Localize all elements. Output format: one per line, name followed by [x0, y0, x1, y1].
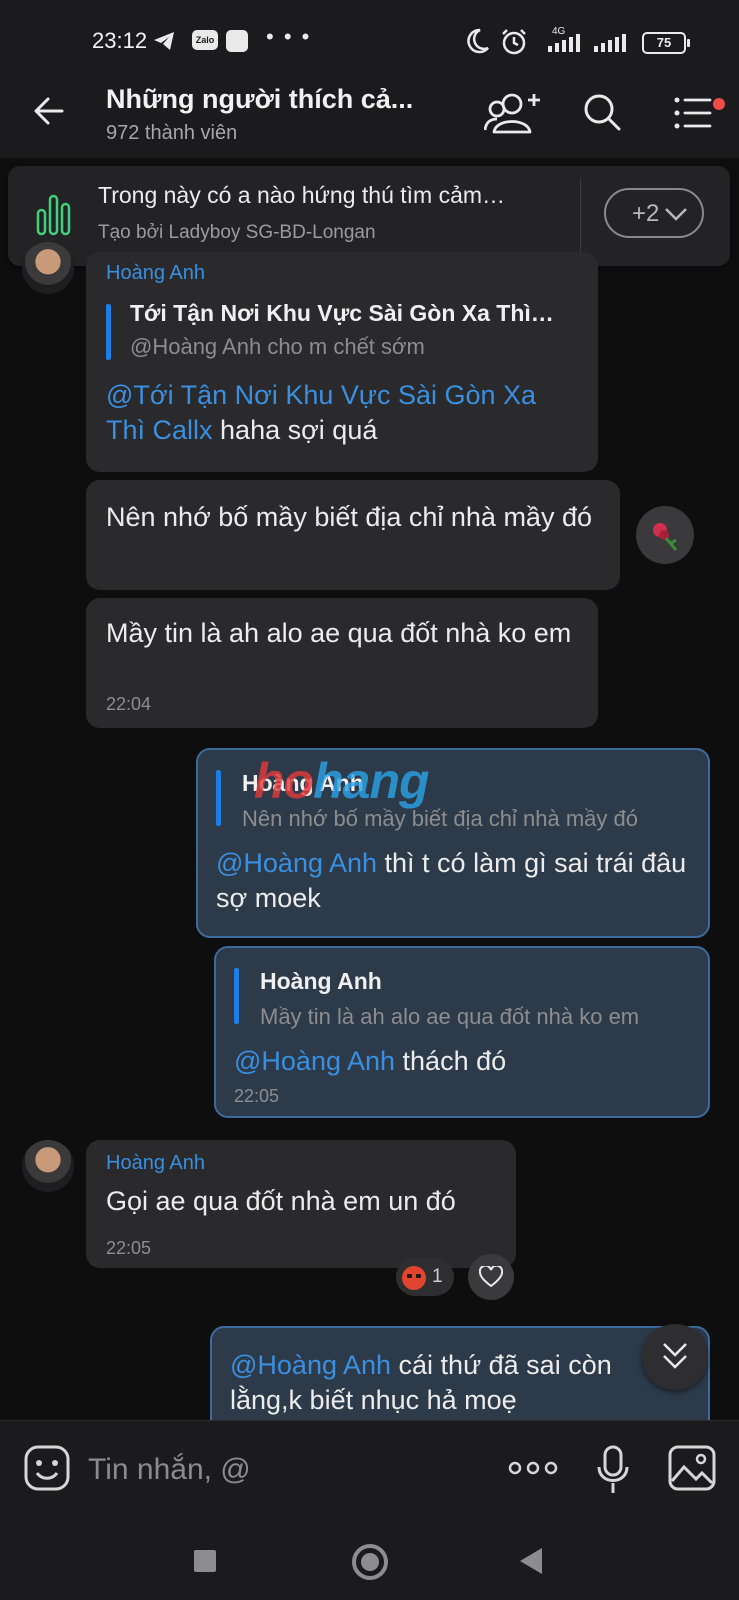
menu-icon[interactable] — [674, 96, 714, 130]
add-member-icon[interactable] — [484, 90, 546, 136]
sender-name[interactable]: Hoàng Anh — [106, 262, 205, 285]
status-time: 23:12 — [92, 28, 148, 53]
app-notification-icon — [226, 30, 248, 52]
message-time: 22:04 — [106, 694, 152, 714]
more-notifications-icon: • • • — [266, 24, 312, 49]
poll-more-count: +2 — [632, 200, 660, 227]
moon-icon — [467, 28, 489, 54]
search-icon[interactable] — [582, 92, 622, 132]
pinned-poll-banner[interactable]: Trong này có a nào hứng thú tìm cảm… Tạo… — [8, 166, 730, 266]
message-bubble[interactable]: Hoàng Anh Tới Tận Nơi Khu Vực Sài Gòn Xa… — [86, 252, 598, 472]
avatar[interactable] — [22, 242, 74, 294]
emoji-icon[interactable] — [24, 1445, 70, 1491]
angry-emoji-icon — [402, 1266, 426, 1290]
sender-name[interactable]: Hoàng Anh — [106, 1152, 205, 1175]
mention[interactable]: @Hoàng Anh — [216, 848, 377, 878]
rose-avatar[interactable] — [636, 506, 694, 564]
member-count[interactable]: 972 thành viên — [106, 122, 237, 145]
group-title[interactable]: Những người thích cả... — [106, 84, 413, 115]
notification-dot — [713, 98, 725, 110]
message-text: @Hoàng Anh cái thứ đã sai còn lằng,k biế… — [230, 1350, 612, 1415]
chevron-down-icon — [665, 208, 687, 221]
signal-icon — [548, 34, 580, 52]
home-button[interactable] — [352, 1544, 388, 1580]
poll-more-button[interactable]: +2 — [604, 188, 704, 238]
react-button[interactable] — [468, 1254, 514, 1300]
scroll-to-bottom-button[interactable] — [642, 1324, 708, 1390]
divider — [580, 178, 581, 254]
message-text: Mầy tin là ah alo ae qua đốt nhà ko em — [106, 618, 572, 648]
mention[interactable]: @Hoàng Anh — [230, 1350, 391, 1380]
heart-icon — [479, 1266, 503, 1288]
quote-text: Mầy tin là ah alo ae qua đốt nhà ko em — [260, 1004, 640, 1029]
chat-header: Những người thích cả... 972 thành viên — [0, 72, 739, 158]
quote-title: Hoàng Anh — [260, 968, 382, 994]
poll-question: Trong này có a nào hứng thú tìm cảm… — [98, 182, 506, 208]
zalo-icon: Zalo — [192, 30, 218, 50]
quote-text: @Hoàng Anh cho m chết sớm — [130, 334, 425, 359]
message-text: @Hoàng Anh thách đó — [234, 1046, 507, 1076]
quote-bar — [234, 968, 239, 1024]
quote-bar — [106, 304, 111, 360]
rose-icon — [653, 523, 678, 551]
message-text: @Hoàng Anh thì t có làm gì sai trái đâu … — [216, 848, 687, 913]
mention[interactable]: @Hoàng Anh — [234, 1046, 395, 1076]
message-bubble[interactable]: Hoàng Anh Gọi ae qua đốt nhà em un đó 22… — [86, 1140, 516, 1268]
message-text: @Tới Tận Nơi Khu Vực Sài Gòn Xa Thì Call… — [106, 380, 537, 445]
message-bubble[interactable]: Mầy tin là ah alo ae qua đốt nhà ko em 2… — [86, 598, 598, 728]
recent-apps-button[interactable] — [194, 1550, 216, 1572]
poll-icon — [36, 194, 71, 236]
reaction-count: 1 — [432, 1266, 443, 1287]
message-bubble[interactable]: Nên nhớ bố mầy biết địa chỉ nhà mầy đó — [86, 480, 620, 590]
message-time: 22:05 — [106, 1238, 152, 1258]
status-bar: 23:12 Zalo • • • 4G 75 — [0, 0, 739, 72]
message-composer: Tin nhắn, @ — [0, 1420, 739, 1529]
system-nav-bar — [0, 1528, 739, 1600]
telegram-icon — [154, 32, 174, 50]
message-time: 22:05 — [234, 1086, 280, 1106]
message-input[interactable]: Tin nhắn, @ — [88, 1453, 251, 1487]
watermark-logo: hohang — [254, 753, 430, 809]
alarm-icon — [502, 29, 526, 55]
avatar[interactable] — [22, 1140, 74, 1192]
battery-icon: 75 — [642, 32, 690, 54]
back-arrow-icon[interactable] — [32, 94, 66, 128]
image-icon[interactable] — [668, 1445, 716, 1491]
my-message-bubble[interactable]: Hoàng Anh Mầy tin là ah alo ae qua đốt n… — [214, 946, 710, 1118]
quote-title: Tới Tận Nơi Khu Vực Sài Gòn Xa Thì… — [130, 300, 554, 326]
message-text: Gọi ae qua đốt nhà em un đó — [106, 1186, 456, 1216]
reaction-badge[interactable]: 1 — [396, 1258, 454, 1296]
back-button[interactable] — [520, 1548, 542, 1574]
message-text: Nên nhớ bố mầy biết địa chỉ nhà mầy đó — [106, 502, 592, 532]
poll-creator: Tạo bởi Ladyboy SG-BD-Longan — [98, 222, 376, 243]
mic-icon[interactable] — [596, 1445, 630, 1495]
signal-2-icon — [594, 34, 626, 52]
quote-bar — [216, 770, 221, 826]
more-options-icon[interactable] — [508, 1461, 558, 1475]
double-chevron-down-icon — [663, 1343, 687, 1369]
